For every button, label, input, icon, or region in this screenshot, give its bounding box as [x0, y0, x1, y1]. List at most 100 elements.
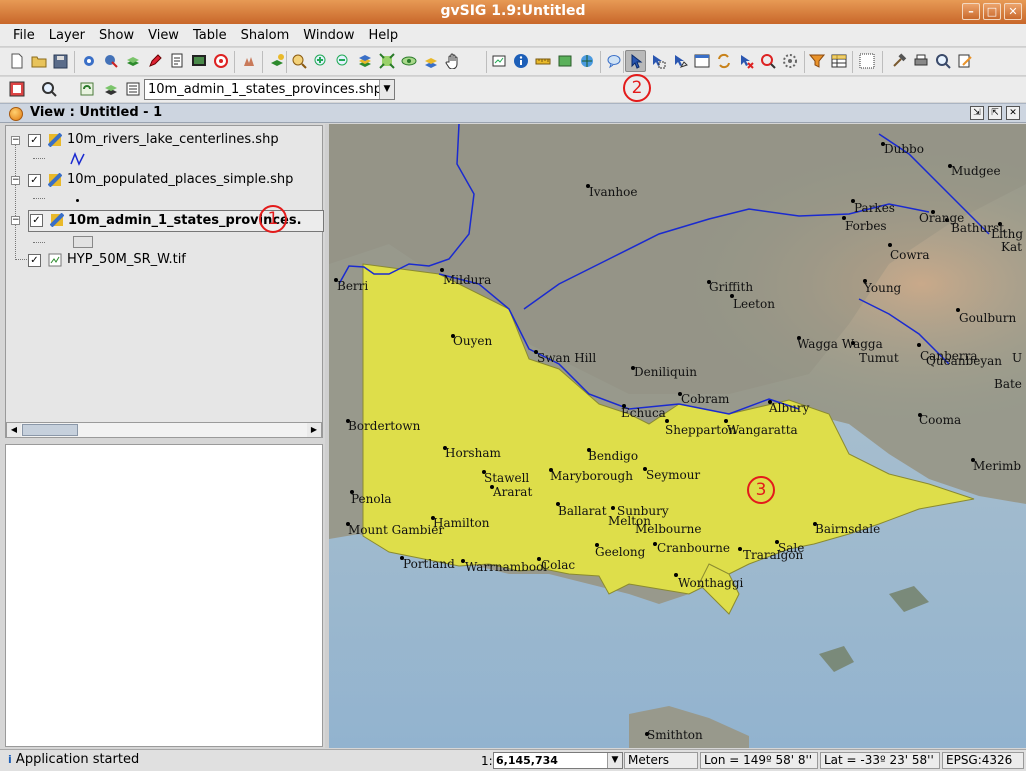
- save-project-button[interactable]: [50, 50, 71, 72]
- print-button[interactable]: [910, 50, 931, 72]
- zoom-plus-button[interactable]: [310, 50, 331, 72]
- svg-text:Tumut: Tumut: [859, 351, 899, 365]
- view-maximize-button[interactable]: ⇱: [988, 106, 1002, 120]
- scroll-right-icon[interactable]: ▶: [307, 423, 321, 437]
- info-button[interactable]: [510, 50, 531, 72]
- collapse-icon[interactable]: −: [11, 176, 20, 185]
- remove-layer-button[interactable]: [100, 50, 121, 72]
- edit-doc-button[interactable]: [954, 50, 975, 72]
- svg-text:Mildura: Mildura: [443, 273, 491, 287]
- distance-button[interactable]: [532, 50, 553, 72]
- collapse-icon[interactable]: −: [11, 216, 20, 225]
- svg-text:Dubbo: Dubbo: [884, 142, 924, 156]
- zoom-in-button[interactable]: [288, 50, 309, 72]
- filter-button[interactable]: [806, 50, 827, 72]
- layer-visibility-checkbox[interactable]: ✓: [28, 174, 41, 187]
- menu-view[interactable]: View: [141, 28, 186, 43]
- screen-button[interactable]: [188, 50, 209, 72]
- refresh-layer-button[interactable]: [76, 78, 97, 100]
- stack-icon: [358, 55, 371, 67]
- chevron-down-icon[interactable]: ▼: [379, 80, 394, 99]
- svg-text:Ivanhoe: Ivanhoe: [589, 185, 637, 199]
- tools-button[interactable]: [888, 50, 909, 72]
- status-message: i Application started: [8, 752, 140, 767]
- select-by-buffer-button[interactable]: [779, 50, 800, 72]
- layer-props-button[interactable]: [122, 50, 143, 72]
- view-restore-button[interactable]: ⇲: [970, 106, 984, 120]
- menu-show[interactable]: Show: [92, 28, 141, 43]
- layer-visibility-checkbox[interactable]: ✓: [28, 254, 41, 267]
- scroll-left-icon[interactable]: ◀: [7, 423, 21, 437]
- full-extent-button[interactable]: [376, 50, 397, 72]
- toc-horizontal-scrollbar[interactable]: ◀ ▶: [6, 422, 322, 438]
- clear-selection-button[interactable]: [735, 50, 756, 72]
- layer-row-hyp-raster[interactable]: ✓ HYP_50M_SR_W.tif: [6, 251, 306, 269]
- pan-button[interactable]: [442, 50, 463, 72]
- locator-overview-panel[interactable]: [5, 444, 323, 747]
- add-layer-button[interactable]: [78, 50, 99, 72]
- scale-select[interactable]: 6,145,734 ▼: [493, 752, 623, 769]
- svg-text:Ararat: Ararat: [492, 485, 532, 499]
- layer-wizard-button[interactable]: [266, 50, 287, 72]
- measure-button[interactable]: [488, 50, 509, 72]
- coral-tool-button[interactable]: [238, 50, 259, 72]
- close-button[interactable]: ✕: [1004, 3, 1022, 20]
- svg-text:Warrnambool: Warrnambool: [465, 560, 547, 574]
- new-project-button[interactable]: [6, 50, 27, 72]
- layer-order-button[interactable]: [100, 78, 121, 100]
- collapse-icon[interactable]: −: [11, 136, 20, 145]
- menu-file[interactable]: File: [6, 28, 42, 43]
- menu-table[interactable]: Table: [186, 28, 234, 43]
- scroll-thumb[interactable]: [22, 424, 78, 436]
- layer-stack-icon: [104, 85, 117, 95]
- view-close-button[interactable]: ✕: [1006, 106, 1020, 120]
- invert-selection-button[interactable]: [713, 50, 734, 72]
- raster-button[interactable]: [6, 78, 27, 100]
- search-button[interactable]: [932, 50, 953, 72]
- minimize-button[interactable]: –: [962, 3, 980, 20]
- document-button[interactable]: [166, 50, 187, 72]
- svg-text:Seymour: Seymour: [646, 468, 700, 482]
- chevron-down-icon[interactable]: ▼: [607, 753, 622, 768]
- tooltip-button[interactable]: [603, 50, 624, 72]
- zoom-previous-button[interactable]: [398, 50, 419, 72]
- target-button[interactable]: [210, 50, 231, 72]
- hyperlink-button[interactable]: [576, 50, 597, 72]
- edit-button[interactable]: [144, 50, 165, 72]
- select-by-polygon-button[interactable]: [669, 50, 690, 72]
- select-by-rectangle-button[interactable]: [647, 50, 668, 72]
- raster-zoom-button[interactable]: [38, 78, 59, 100]
- svg-text:Berri: Berri: [337, 279, 368, 293]
- svg-text:Cobram: Cobram: [681, 392, 730, 406]
- menu-layer[interactable]: Layer: [42, 28, 92, 43]
- area-button[interactable]: [554, 50, 575, 72]
- svg-text:Horsham: Horsham: [445, 446, 501, 460]
- layer-visibility-checkbox[interactable]: ✓: [30, 214, 43, 227]
- coral-icon: [243, 57, 254, 66]
- menu-window[interactable]: Window: [296, 28, 361, 43]
- units-display[interactable]: Meters: [624, 752, 698, 769]
- layer-visibility-checkbox[interactable]: ✓: [28, 134, 41, 147]
- select-by-layer-button[interactable]: [691, 50, 712, 72]
- active-layer-select[interactable]: 10m_admin_1_states_provinces.shp ▼: [144, 79, 395, 100]
- select-by-point-button[interactable]: [625, 50, 646, 72]
- open-project-button[interactable]: [28, 50, 49, 72]
- table-button[interactable]: [828, 50, 849, 72]
- layer-row-populated-places[interactable]: − ✓ 10m_populated_places_simple.shp: [6, 171, 306, 189]
- table-icon: [831, 54, 846, 68]
- menu-shalom[interactable]: Shalom: [234, 28, 297, 43]
- layer-row-rivers[interactable]: − ✓ 10m_rivers_lake_centerlines.shp: [6, 131, 306, 149]
- map-svg: Dubbo Mudgee Ivanhoe Parkes Forbes Orang…: [329, 124, 1026, 748]
- pencil-icon: [148, 54, 162, 67]
- layer-list-button[interactable]: [122, 78, 143, 100]
- menu-help[interactable]: Help: [362, 28, 406, 43]
- zoom-select-button[interactable]: [420, 50, 441, 72]
- maximize-button[interactable]: □: [983, 3, 1001, 20]
- zoom-minus-button[interactable]: [332, 50, 353, 72]
- zoom-layers-button[interactable]: [354, 50, 375, 72]
- layer-wizard-icon: [270, 54, 284, 66]
- svg-text:Melbourne: Melbourne: [635, 522, 701, 536]
- grid-button[interactable]: [856, 50, 877, 72]
- select-by-circle-button[interactable]: [757, 50, 778, 72]
- map-canvas[interactable]: Dubbo Mudgee Ivanhoe Parkes Forbes Orang…: [329, 124, 1026, 748]
